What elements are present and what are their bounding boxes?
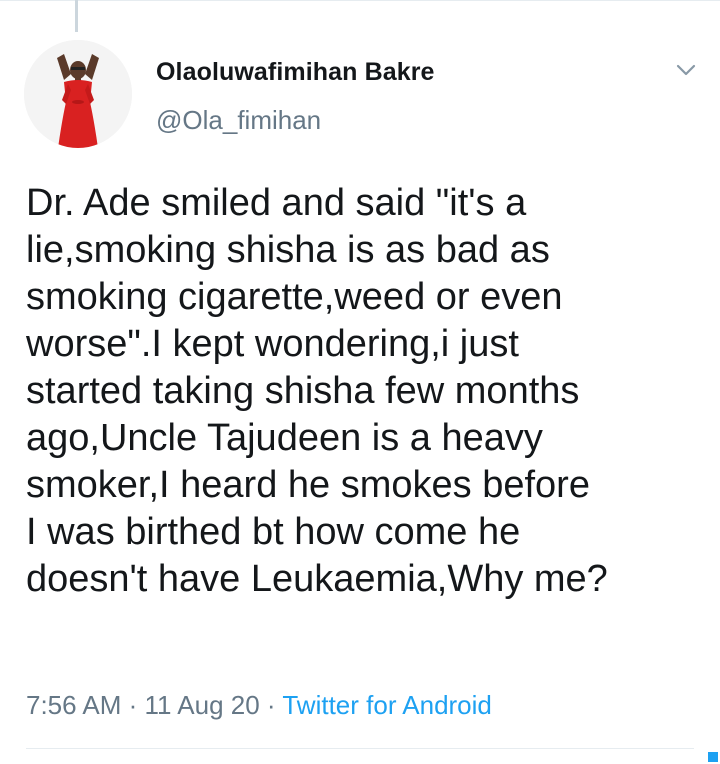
tweet-text: Dr. Ade smiled and said "it's a lie,smok… [26,182,608,600]
scroll-indicator [708,752,718,762]
avatar[interactable] [24,40,132,148]
chevron-down-icon[interactable] [672,58,700,82]
bottom-divider [26,748,694,749]
thread-connector-line [75,0,78,32]
top-divider [0,0,720,1]
meta-separator: · [121,690,145,720]
tweet-source-link[interactable]: Twitter for Android [282,690,492,720]
meta-separator: · [259,690,283,720]
display-name[interactable]: Olaoluwafimihan Bakre [156,58,435,87]
tweet-metadata: 7:56 AM · 11 Aug 20 · Twitter for Androi… [26,690,492,721]
user-handle[interactable]: @Ola_fimihan [156,105,321,136]
tweet-date[interactable]: 11 Aug 20 [145,690,260,720]
avatar-image [24,40,132,148]
tweet-time[interactable]: 7:56 AM [26,690,121,720]
